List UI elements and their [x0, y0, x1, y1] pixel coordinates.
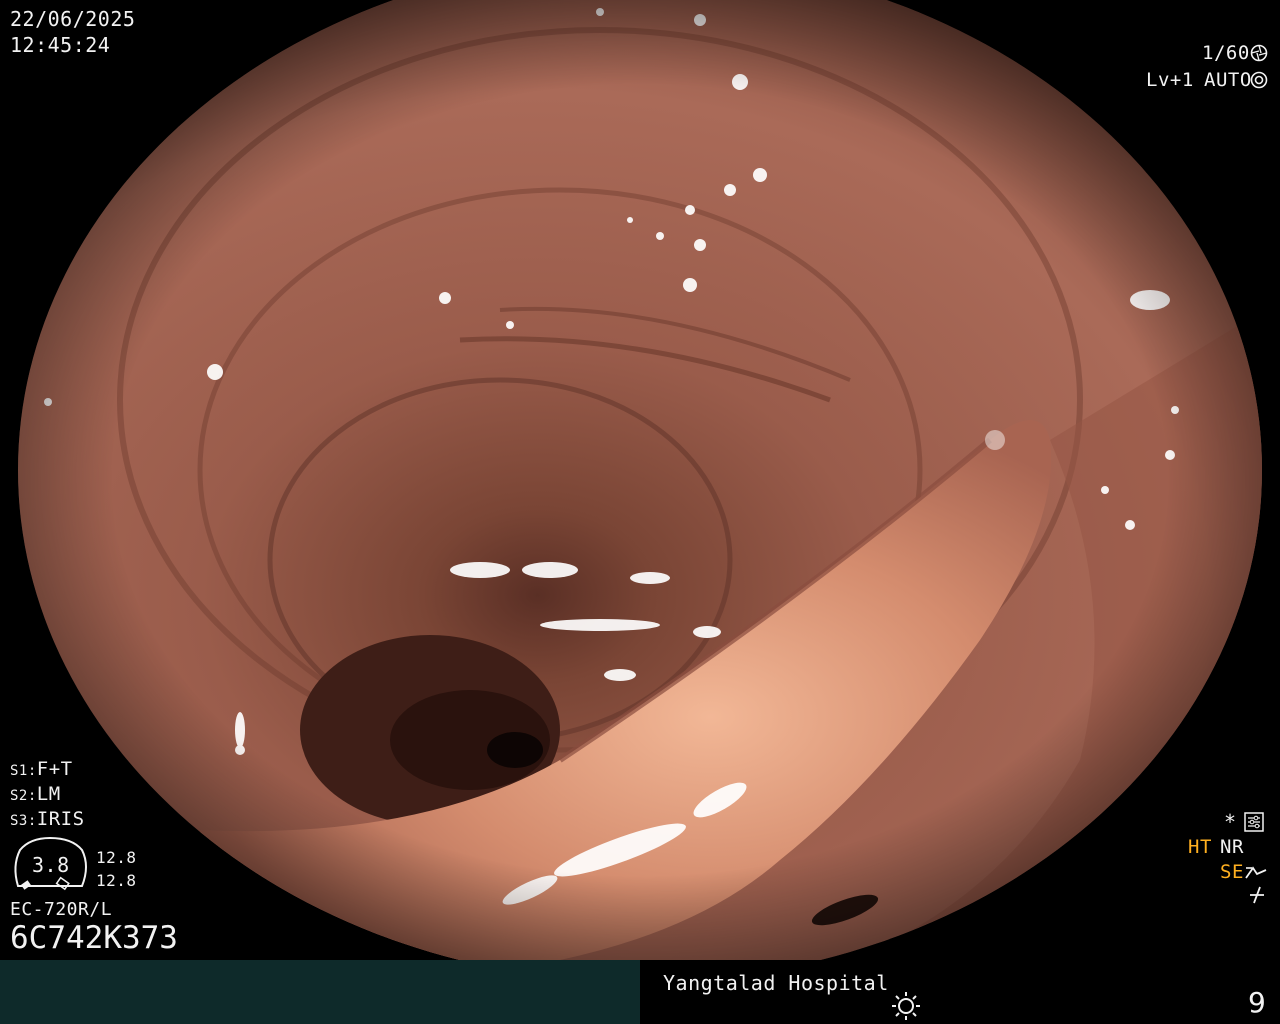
hospital-name: Yangtalad Hospital [663, 971, 889, 995]
ht-indicator: HT [1188, 836, 1212, 858]
se-indicator: SE [1220, 861, 1244, 883]
switch-2-value: LM [36, 783, 61, 805]
auto-iris-icon [1250, 71, 1268, 89]
page-number: 9 [1248, 986, 1267, 1019]
insertion-gauge: 3.8 [10, 836, 92, 898]
gauge-value: 3.8 [32, 853, 70, 877]
switch-1: S1:F+T [10, 758, 73, 782]
switch-3-value: IRIS [36, 808, 85, 830]
time-readout: 12:45:24 [10, 33, 111, 57]
switch-1-value: F+T [36, 758, 73, 780]
brightness-level: Lv+1 [1146, 69, 1194, 91]
zoom-value-b: 12.8 [96, 871, 137, 890]
date-readout: 22/06/2025 [10, 7, 136, 31]
switch-1-label: S1: [10, 763, 37, 779]
switch-3: S3:IRIS [10, 808, 85, 832]
zoom-value-a: 12.8 [96, 848, 137, 867]
light-sun-icon [892, 992, 920, 1020]
structure-enhance-icon [1245, 866, 1267, 879]
shutter-icon [1250, 44, 1268, 62]
exposure-mode: AUTO [1204, 69, 1252, 91]
switch-2: S2:LM [10, 783, 61, 807]
freeze-icon [1250, 886, 1264, 904]
nr-indicator: NR [1220, 836, 1244, 858]
switch-3-label: S3: [10, 813, 37, 829]
footer-left-panel [0, 960, 640, 1024]
switch-2-label: S2: [10, 788, 37, 804]
scope-model: EC-720R/L [10, 899, 113, 920]
scope-serial: 6C742K373 [10, 920, 178, 956]
settings-icon [1244, 812, 1264, 832]
star-indicator: * [1224, 810, 1237, 834]
endoscope-image [18, 0, 1262, 960]
shutter-speed: 1/60 [1202, 42, 1250, 64]
